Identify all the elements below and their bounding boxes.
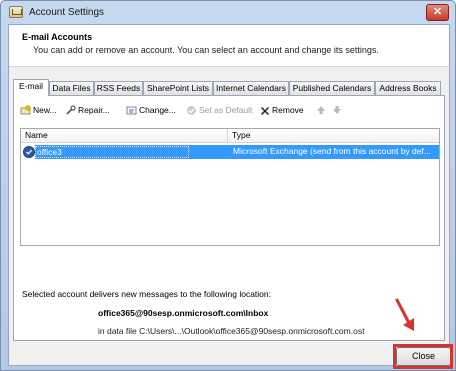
new-button[interactable]: New... [20,104,57,118]
new-account-icon [20,105,31,115]
move-up-button[interactable] [316,104,326,118]
email-tab-panel: New... Repair... Change... Set as Defaul… [13,95,445,341]
delivery-location-label: Selected account delivers new messages t… [22,289,272,299]
arrow-up-icon [317,106,325,114]
column-name-header[interactable]: Name [25,130,48,140]
red-arrow-annotation [395,298,414,331]
tab-data-files[interactable]: Data Files [49,81,94,95]
section-title: E-mail Accounts [22,32,93,42]
tab-email[interactable]: E-mail [13,79,49,96]
remove-button[interactable]: Remove [260,104,304,118]
title-bar: Account Settings ✕ [1,1,455,25]
remove-label: Remove [272,105,304,115]
close-button-highlight [393,344,453,369]
column-divider[interactable] [227,129,228,143]
set-default-label: Set as Default [199,105,253,115]
account-row[interactable]: office3 Microsoft Exchange (send from th… [21,145,439,159]
delivery-folder-path: office365@90sesp.onmicrosoft.com\Inbox [98,308,269,318]
data-file-path: in data file C:\Users\...\Outlook\office… [98,326,365,336]
mail-app-icon [9,6,23,18]
tab-rss-feeds[interactable]: RSS Feeds [94,81,143,95]
arrow-down-icon [333,106,341,114]
repair-label: Repair... [78,105,110,115]
column-type-header[interactable]: Type [232,130,250,140]
change-button[interactable]: Change... [126,104,176,118]
change-icon [126,106,137,115]
set-default-button[interactable]: Set as Default [186,104,252,118]
window-title: Account Settings [29,7,105,18]
dialog-content: E-mail Accounts You can add or remove an… [8,24,450,366]
list-header: Name Type [21,129,439,143]
move-down-button[interactable] [332,104,342,118]
check-icon [187,106,196,116]
tab-internet-calendars[interactable]: Internet Calendars [213,81,289,95]
account-type-cell: Microsoft Exchange (send from this accou… [233,146,431,156]
account-settings-window: Account Settings ✕ E-mail Accounts You c… [0,0,456,371]
window-close-button[interactable]: ✕ [426,4,449,21]
remove-x-icon [260,106,270,115]
account-name-cell[interactable]: office3 [35,146,189,158]
tab-published-calendars[interactable]: Published Calendars [289,81,375,95]
change-label: Change... [139,105,176,115]
header-band: E-mail Accounts You can add or remove an… [9,25,449,67]
new-label: New... [33,105,57,115]
default-account-icon [23,146,35,158]
repair-button[interactable]: Repair... [65,104,110,118]
accounts-list[interactable]: Name Type office3 Microsoft Exchange (se… [20,128,440,246]
repair-icon [66,105,76,115]
section-subtitle: You can add or remove an account. You ca… [33,45,379,55]
tab-address-books[interactable]: Address Books [375,81,441,95]
tab-sharepoint-lists[interactable]: SharePoint Lists [143,81,213,95]
